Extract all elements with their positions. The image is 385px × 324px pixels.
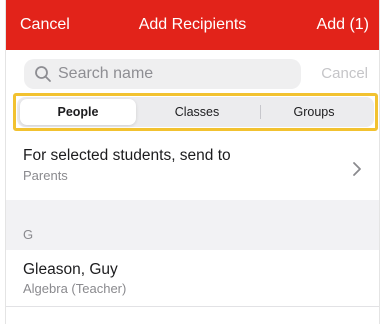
row-divider <box>6 306 379 307</box>
add-button[interactable]: Add (1) <box>317 16 369 34</box>
recipient-row[interactable]: Gleason, Guy Algebra (Teacher) <box>6 250 379 306</box>
recipient-name: Gleason, Guy <box>23 261 118 278</box>
recipient-detail: Algebra (Teacher) <box>23 281 127 296</box>
segmented-control-highlight <box>13 93 378 131</box>
section-header: G <box>6 218 379 250</box>
add-recipients-screen: Cancel Add Recipients Add (1) Search nam… <box>5 0 380 324</box>
search-bar: Search name Cancel <box>6 50 379 98</box>
chevron-right-icon <box>353 162 361 176</box>
section-spacer <box>6 200 379 218</box>
search-icon <box>35 66 51 82</box>
send-to-title: For selected students, send to <box>23 147 231 164</box>
section-header-label: G <box>23 227 34 242</box>
search-input[interactable]: Search name <box>24 59 301 89</box>
send-to-row[interactable]: For selected students, send to Parents <box>6 134 379 200</box>
search-cancel-button[interactable]: Cancel <box>321 65 368 82</box>
send-to-value: Parents <box>23 168 68 183</box>
navigation-bar: Cancel Add Recipients Add (1) <box>6 0 379 50</box>
search-placeholder: Search name <box>58 65 154 82</box>
